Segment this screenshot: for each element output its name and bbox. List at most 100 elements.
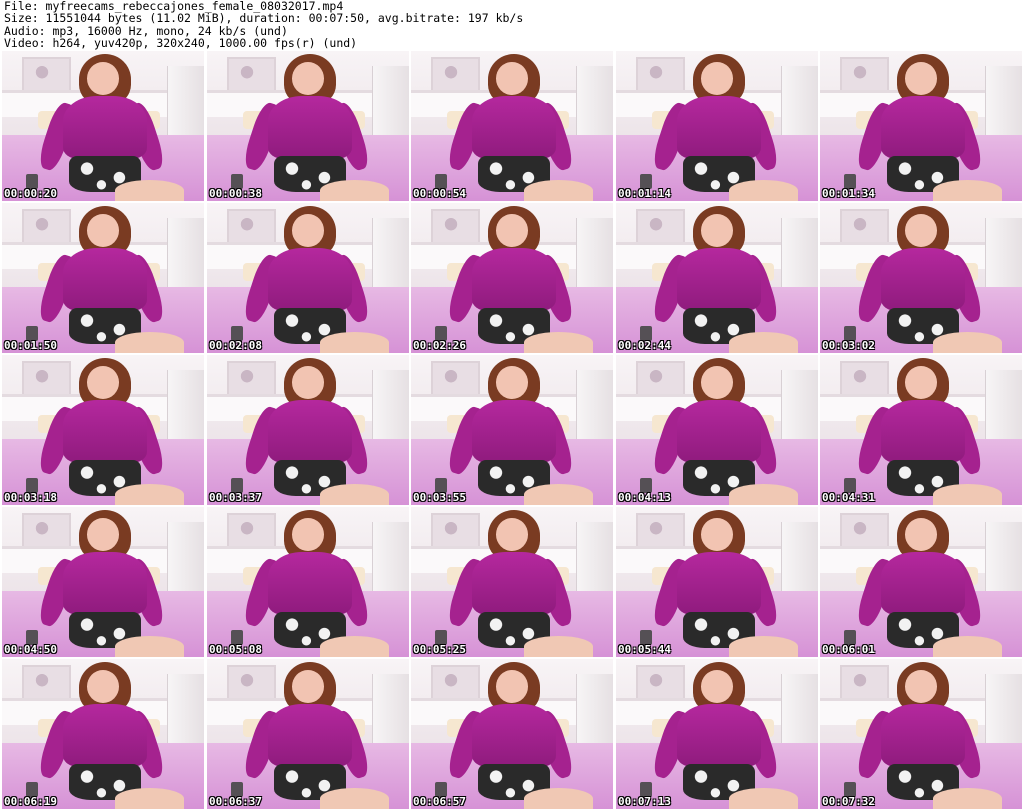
thumbnail-scene-legs <box>115 484 184 505</box>
thumbnail-scene-face <box>291 669 325 703</box>
thumbnail-scene-face <box>291 517 325 551</box>
thumbnail-scene-top <box>880 552 966 615</box>
thumbnail-scene-art <box>840 513 889 550</box>
thumbnail-scene-top <box>471 248 557 311</box>
video-thumbnail: 00:06:57 <box>411 659 613 809</box>
thumbnail-timestamp: 00:02:08 <box>209 339 262 352</box>
video-thumbnail: 00:03:02 <box>820 203 1022 353</box>
video-thumbnail: 00:00:54 <box>411 51 613 201</box>
thumbnail-scene-face <box>495 213 529 247</box>
video-thumbnail: 00:02:08 <box>207 203 409 353</box>
thumbnail-timestamp: 00:00:38 <box>209 187 262 200</box>
thumbnail-scene-face <box>904 365 938 399</box>
thumbnail-scene-art <box>431 513 480 550</box>
thumbnail-scene-face <box>291 213 325 247</box>
thumbnail-scene-top <box>471 552 557 615</box>
thumbnail-timestamp: 00:04:31 <box>822 491 875 504</box>
thumbnail-scene-legs <box>729 332 798 353</box>
thumbnail-scene-top <box>471 704 557 767</box>
thumbnail-timestamp: 00:03:02 <box>822 339 875 352</box>
thumbnail-scene-legs <box>320 484 389 505</box>
thumbnail-scene-top <box>267 248 353 311</box>
thumbnail-timestamp: 00:06:57 <box>413 795 466 808</box>
thumbnail-timestamp: 00:03:18 <box>4 491 57 504</box>
thumbnail-timestamp: 00:02:26 <box>413 339 466 352</box>
video-thumbnail: 00:03:37 <box>207 355 409 505</box>
thumbnail-scene-top <box>880 400 966 463</box>
thumbnail-scene-top <box>471 400 557 463</box>
thumbnail-scene-art <box>636 513 685 550</box>
thumbnail-scene-legs <box>115 636 184 657</box>
thumbnail-scene-top <box>880 248 966 311</box>
thumbnail-scene-legs <box>115 332 184 353</box>
file-size-line: Size: 11551044 bytes (11.02 MiB), durati… <box>4 11 524 26</box>
thumbnail-scene-art <box>431 209 480 246</box>
thumbnail-scene-face <box>86 213 120 247</box>
thumbnail-scene-legs <box>115 180 184 201</box>
thumbnail-scene-art <box>636 57 685 94</box>
thumbnail-scene-art <box>840 209 889 246</box>
thumbnail-scene-face <box>904 61 938 95</box>
video-thumbnail: 00:00:38 <box>207 51 409 201</box>
video-thumbnail: 00:03:55 <box>411 355 613 505</box>
thumbnail-scene-art <box>840 57 889 94</box>
thumbnail-scene-art <box>227 209 276 246</box>
thumbnail-timestamp: 00:00:20 <box>4 187 57 200</box>
thumbnail-scene-art <box>227 361 276 398</box>
thumbnail-scene-face <box>495 365 529 399</box>
thumbnail-scene-face <box>904 517 938 551</box>
thumbnail-scene-top <box>62 704 148 767</box>
thumbnail-scene-top <box>676 96 762 159</box>
thumbnail-scene-legs <box>729 788 798 809</box>
thumbnail-scene-face <box>904 213 938 247</box>
thumbnail-timestamp: 00:06:19 <box>4 795 57 808</box>
video-thumbnail: 00:04:13 <box>616 355 818 505</box>
thumbnail-timestamp: 00:02:44 <box>618 339 671 352</box>
video-thumbnail: 00:01:34 <box>820 51 1022 201</box>
thumbnail-timestamp: 00:07:13 <box>618 795 671 808</box>
thumbnail-timestamp: 00:06:37 <box>209 795 262 808</box>
video-thumbnail: 00:01:14 <box>616 51 818 201</box>
thumbnail-scene-top <box>267 552 353 615</box>
thumbnail-scene-art <box>636 209 685 246</box>
thumbnail-scene-legs <box>524 636 593 657</box>
thumbnail-scene-face <box>700 669 734 703</box>
thumbnail-scene-legs <box>115 788 184 809</box>
thumbnail-scene-legs <box>320 180 389 201</box>
thumbnail-timestamp: 00:05:25 <box>413 643 466 656</box>
video-thumbnail: 00:07:13 <box>616 659 818 809</box>
thumbnail-scene-top <box>676 400 762 463</box>
thumbnail-scene-face <box>904 669 938 703</box>
thumbnail-timestamp: 00:01:14 <box>618 187 671 200</box>
thumbnail-scene-face <box>495 61 529 95</box>
thumbnail-scene-face <box>700 517 734 551</box>
thumbnail-scene-legs <box>933 332 1002 353</box>
thumbnail-timestamp: 00:07:32 <box>822 795 875 808</box>
thumbnail-scene-art <box>840 665 889 702</box>
thumbnail-scene-top <box>62 248 148 311</box>
thumbnail-timestamp: 00:01:50 <box>4 339 57 352</box>
thumbnail-scene-face <box>700 365 734 399</box>
thumbnail-scene-legs <box>320 332 389 353</box>
thumbnail-scene-legs <box>729 484 798 505</box>
video-thumbnail: 00:03:18 <box>2 355 204 505</box>
thumbnail-scene-art <box>22 665 71 702</box>
thumbnail-scene-face <box>86 61 120 95</box>
thumbnail-scene-top <box>267 96 353 159</box>
thumbnail-scene-art <box>22 209 71 246</box>
thumbnail-timestamp: 00:03:55 <box>413 491 466 504</box>
thumbnail-scene-art <box>22 57 71 94</box>
thumbnail-scene-legs <box>933 636 1002 657</box>
thumbnail-timestamp: 00:04:13 <box>618 491 671 504</box>
thumbnail-scene-top <box>676 704 762 767</box>
thumbnail-scene-face <box>700 61 734 95</box>
thumbnail-scene-legs <box>524 788 593 809</box>
thumbnail-scene-face <box>86 517 120 551</box>
thumbnail-scene-art <box>227 513 276 550</box>
video-thumbnail: 00:02:44 <box>616 203 818 353</box>
thumbnail-scene-art <box>22 513 71 550</box>
thumbnail-scene-legs <box>320 636 389 657</box>
video-thumbnail: 00:02:26 <box>411 203 613 353</box>
thumbnail-scene-top <box>676 248 762 311</box>
thumbnail-timestamp: 00:06:01 <box>822 643 875 656</box>
